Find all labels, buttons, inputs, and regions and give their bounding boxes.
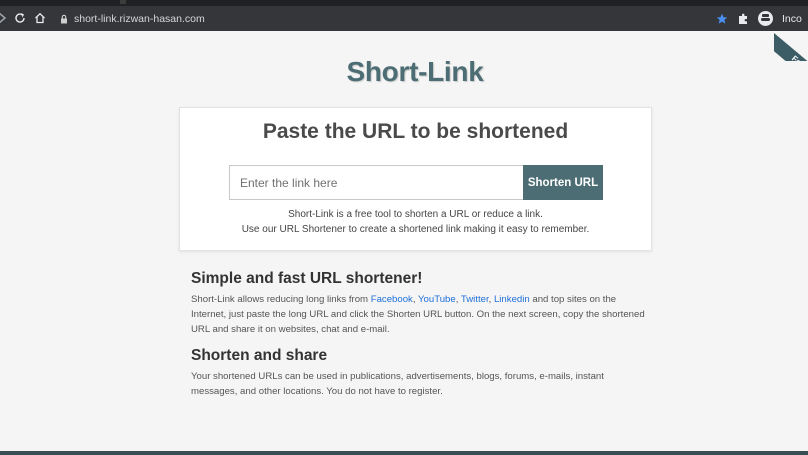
profile-label[interactable]: Inco: [782, 13, 808, 25]
incognito-icon[interactable]: [758, 11, 773, 26]
url-text[interactable]: short-link.rizwan-hasan.com: [74, 13, 205, 25]
tab-edge: [120, 0, 126, 4]
extensions-icon[interactable]: [737, 13, 749, 25]
card-description: Short-Link is a free tool to shorten a U…: [180, 207, 651, 237]
browser-toolbar: short-link.rizwan-hasan.com Inco: [0, 6, 808, 31]
star-icon[interactable]: [716, 13, 728, 25]
footer-bar: [0, 451, 808, 455]
section-paragraph: Your shortened URLs can be used in publi…: [191, 371, 604, 397]
forward-icon[interactable]: [0, 10, 7, 26]
linkedin-link[interactable]: Linkedin: [494, 294, 530, 305]
shortener-card: Paste the URL to be shortened Shorten UR…: [179, 107, 652, 251]
section-heading: Simple and fast URL shortener!: [191, 270, 423, 287]
url-input[interactable]: [229, 165, 523, 200]
section-simple-fast: Simple and fast URL shortener! Short-Lin…: [191, 270, 651, 337]
card-desc-line-2: Use our URL Shortener to create a shorte…: [241, 224, 590, 235]
toolbar-actions: Inco: [716, 9, 808, 28]
home-icon[interactable]: [34, 10, 46, 26]
youtube-link[interactable]: YouTube: [418, 294, 456, 305]
section-shorten-share: Shorten and share Your shortened URLs ca…: [191, 347, 651, 399]
section-text-before: Short-Link allows reducing long links fr…: [191, 294, 371, 305]
section-paragraph: Short-Link allows reducing long links fr…: [191, 294, 645, 335]
twitter-link[interactable]: Twitter: [461, 294, 489, 305]
section-heading: Shorten and share: [191, 347, 328, 364]
reload-icon[interactable]: [14, 10, 26, 26]
address-bar[interactable]: short-link.rizwan-hasan.com: [60, 10, 205, 27]
brand-title[interactable]: Short-Link: [0, 56, 808, 88]
shorten-url-button[interactable]: Shorten URL: [523, 165, 603, 200]
lock-icon[interactable]: [60, 14, 68, 24]
card-title: Paste the URL to be shortened: [262, 120, 569, 143]
facebook-link[interactable]: Facebook: [371, 294, 413, 305]
card-desc-line-1: Short-Link is a free tool to shorten a U…: [288, 209, 543, 220]
